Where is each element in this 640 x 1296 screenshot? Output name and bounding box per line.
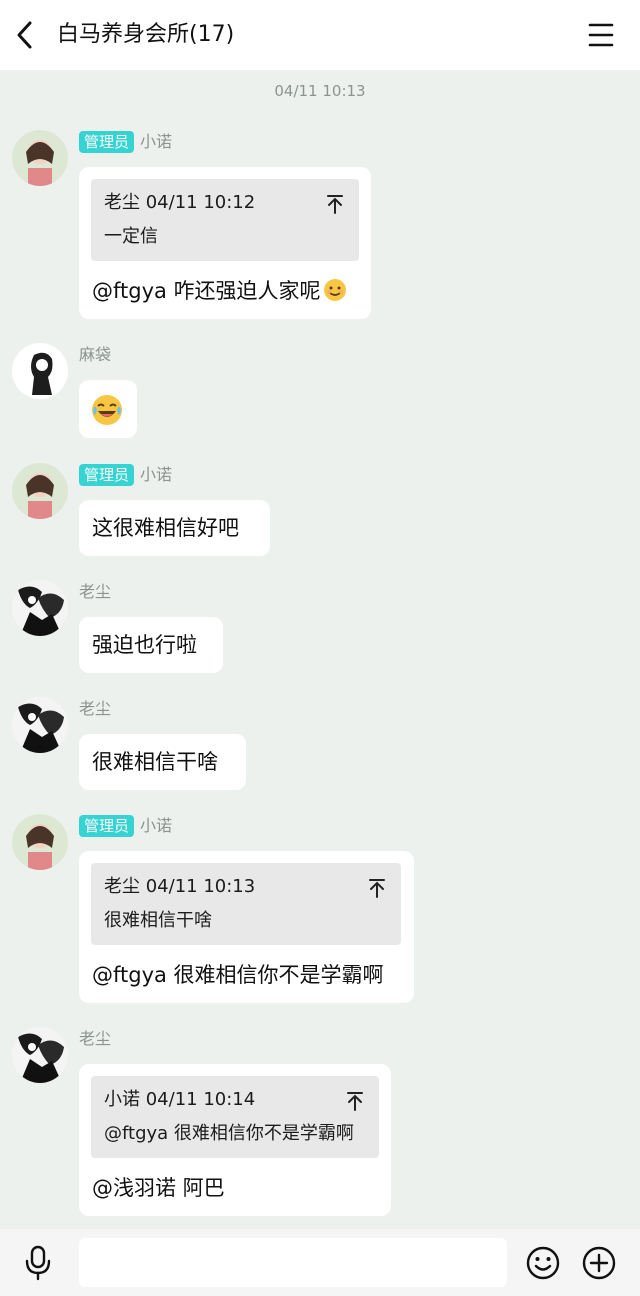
admin-badge: 管理员 (79, 815, 135, 837)
sender-line: 麻袋 (79, 343, 111, 367)
message-text: 很难相信干啥 (92, 750, 218, 774)
sender-name: 小诺 (140, 465, 173, 484)
quoted-message[interactable]: 老尘 04/11 10:13 很难相信干啥 (91, 863, 401, 945)
message-text: 强迫也行啦 (92, 633, 197, 657)
sender-line: 管理员 小诺 (79, 814, 172, 838)
message-text: @ftgya 很难相信你不是学霸啊 (92, 963, 384, 987)
pin-to-top-icon[interactable] (368, 878, 386, 898)
message-bubble[interactable]: 老尘 04/11 10:13 很难相信干啥 @ftgya 很难相信你不是学霸啊 (79, 851, 414, 1003)
input-bar (0, 1229, 640, 1296)
quote-sender-time: 小诺 04/11 10:14 (104, 1089, 256, 1110)
quote-sender-time: 老尘 04/11 10:13 (104, 876, 256, 897)
message-text: @ftgya 咋还强迫人家呢 (92, 277, 347, 305)
mic-icon[interactable] (22, 1245, 54, 1281)
sender-name: 麻袋 (79, 345, 112, 364)
sender-line: 老尘 (79, 1027, 111, 1051)
avatar[interactable] (12, 1027, 68, 1083)
plus-icon[interactable] (581, 1245, 617, 1281)
sender-line: 老尘 (79, 580, 111, 604)
sender-name: 小诺 (140, 132, 173, 151)
sender-line: 老尘 (79, 697, 111, 721)
quoted-message[interactable]: 老尘 04/11 10:12 一定信 (91, 179, 359, 261)
sender-name: 老尘 (79, 582, 112, 601)
message-input[interactable] (79, 1238, 507, 1287)
smile-emoji (323, 279, 346, 301)
sender-name: 老尘 (79, 1029, 112, 1048)
pin-to-top-icon[interactable] (326, 194, 344, 214)
emoji-icon[interactable] (525, 1245, 561, 1281)
message-bubble[interactable]: 小诺 04/11 10:14 @ftgya 很难相信你不是学霸啊 @浅羽诺 阿巴 (79, 1064, 391, 1216)
pin-to-top-icon[interactable] (346, 1091, 364, 1111)
message-bubble[interactable] (79, 380, 137, 438)
avatar[interactable] (12, 130, 68, 186)
quote-text: @ftgya 很难相信你不是学霸啊 (104, 1123, 354, 1144)
avatar[interactable] (12, 343, 68, 399)
chat-title: 白马养身会所(17) (57, 22, 235, 47)
menu-icon[interactable] (582, 17, 620, 53)
message-bubble[interactable]: 强迫也行啦 (79, 617, 223, 673)
back-icon[interactable] (10, 17, 44, 53)
message-text: 这很难相信好吧 (92, 516, 239, 540)
sender-line: 管理员 小诺 (79, 130, 172, 154)
time-divider: 04/11 10:13 (274, 82, 366, 100)
sender-name: 小诺 (140, 816, 173, 835)
message-bubble[interactable]: 老尘 04/11 10:12 一定信 @ftgya 咋还强迫人家呢 (79, 167, 371, 319)
avatar[interactable] (12, 463, 68, 519)
quote-text: 很难相信干啥 (104, 910, 212, 931)
laughing-crying-emoji (90, 393, 124, 427)
quote-sender-time: 老尘 04/11 10:12 (104, 192, 256, 213)
avatar[interactable] (12, 814, 68, 870)
quoted-message[interactable]: 小诺 04/11 10:14 @ftgya 很难相信你不是学霸啊 (91, 1076, 379, 1158)
avatar[interactable] (12, 580, 68, 636)
message-bubble[interactable]: 这很难相信好吧 (79, 500, 270, 556)
admin-badge: 管理员 (79, 131, 135, 153)
sender-line: 管理员 小诺 (79, 463, 172, 487)
admin-badge: 管理员 (79, 464, 135, 486)
message-text: @浅羽诺 阿巴 (92, 1176, 225, 1200)
header-bar: 白马养身会所(17) (0, 0, 640, 70)
sender-name: 老尘 (79, 699, 112, 718)
quote-text: 一定信 (104, 226, 158, 247)
avatar[interactable] (12, 697, 68, 753)
message-bubble[interactable]: 很难相信干啥 (79, 734, 246, 790)
